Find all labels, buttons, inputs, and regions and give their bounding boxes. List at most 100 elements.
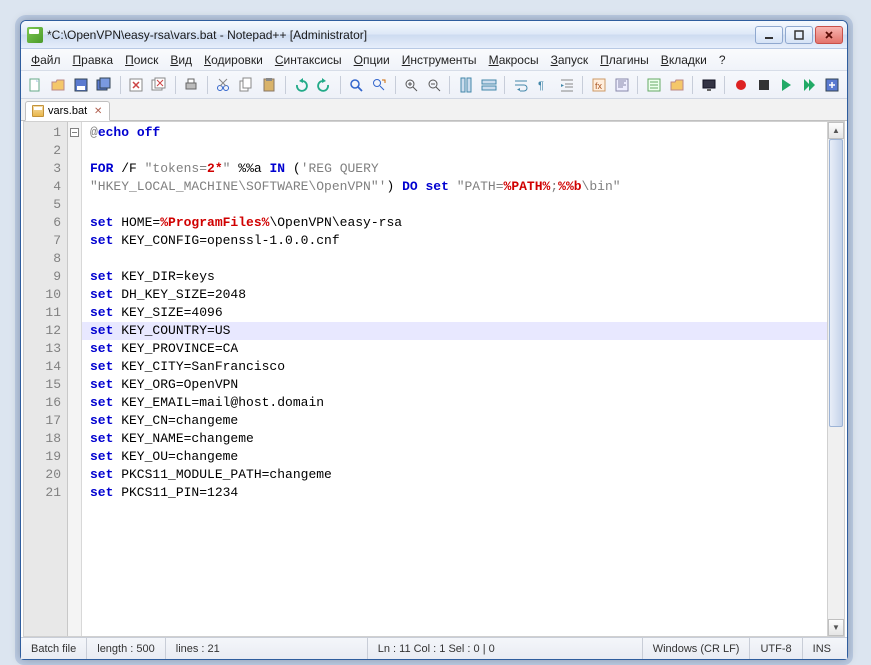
line-number[interactable]: 6 bbox=[24, 214, 61, 232]
code-line[interactable]: set KEY_PROVINCE=CA bbox=[90, 340, 823, 358]
menu-поиск[interactable]: Поиск bbox=[119, 51, 164, 69]
sync-h-icon[interactable] bbox=[478, 74, 499, 96]
scroll-thumb[interactable] bbox=[829, 139, 843, 427]
code-line[interactable] bbox=[90, 142, 823, 160]
menu-кодировки[interactable]: Кодировки bbox=[198, 51, 269, 69]
scroll-up-button[interactable]: ▲ bbox=[828, 122, 844, 139]
code-line[interactable]: "HKEY_LOCAL_MACHINE\SOFTWARE\OpenVPN"') … bbox=[90, 178, 823, 196]
line-number[interactable]: 19 bbox=[24, 448, 61, 466]
scroll-track[interactable] bbox=[828, 139, 844, 619]
line-number[interactable]: 15 bbox=[24, 376, 61, 394]
scroll-down-button[interactable]: ▼ bbox=[828, 619, 844, 636]
line-number[interactable]: 11 bbox=[24, 304, 61, 322]
monitor-icon[interactable] bbox=[698, 74, 719, 96]
indent-icon[interactable] bbox=[556, 74, 577, 96]
folder-icon[interactable] bbox=[666, 74, 687, 96]
code-line[interactable]: set KEY_OU=changeme bbox=[90, 448, 823, 466]
code-line[interactable]: set KEY_CONFIG=openssl-1.0.0.cnf bbox=[90, 232, 823, 250]
menu-вкладки[interactable]: Вкладки bbox=[655, 51, 713, 69]
code-line[interactable]: set PKCS11_MODULE_PATH=changeme bbox=[90, 466, 823, 484]
menu-правка[interactable]: Правка bbox=[67, 51, 120, 69]
menu-опции[interactable]: Опции bbox=[348, 51, 396, 69]
line-number[interactable]: 1 bbox=[24, 124, 61, 142]
code-line[interactable]: set KEY_ORG=OpenVPN bbox=[90, 376, 823, 394]
menu-запуск[interactable]: Запуск bbox=[545, 51, 595, 69]
cut-icon[interactable] bbox=[213, 74, 234, 96]
tab-vars-bat[interactable]: vars.bat ✕ bbox=[25, 101, 110, 121]
record-icon[interactable] bbox=[730, 74, 751, 96]
menu-?[interactable]: ? bbox=[713, 51, 732, 69]
paste-icon[interactable] bbox=[259, 74, 280, 96]
func-list-icon[interactable] bbox=[643, 74, 664, 96]
close-button[interactable] bbox=[815, 26, 843, 44]
save-all-icon[interactable] bbox=[94, 74, 115, 96]
code-line[interactable]: set KEY_EMAIL=mail@host.domain bbox=[90, 394, 823, 412]
fold-margin[interactable] bbox=[68, 122, 82, 636]
code-line[interactable]: @echo off bbox=[90, 124, 823, 142]
close-icon[interactable] bbox=[126, 74, 147, 96]
lang-icon[interactable]: fx bbox=[588, 74, 609, 96]
line-number[interactable]: 21 bbox=[24, 484, 61, 502]
tab-close-icon[interactable]: ✕ bbox=[93, 106, 103, 116]
copy-icon[interactable] bbox=[236, 74, 257, 96]
save-icon[interactable] bbox=[71, 74, 92, 96]
code-line[interactable]: FOR /F "tokens=2*" %%a IN ('REG QUERY bbox=[90, 160, 823, 178]
menu-синтаксисы[interactable]: Синтаксисы bbox=[269, 51, 348, 69]
fold-toggle-icon[interactable] bbox=[70, 128, 79, 137]
code-line[interactable]: set KEY_SIZE=4096 bbox=[90, 304, 823, 322]
titlebar[interactable]: *C:\OpenVPN\easy-rsa\vars.bat - Notepad+… bbox=[21, 21, 847, 49]
play-icon[interactable] bbox=[776, 74, 797, 96]
code-line[interactable]: set KEY_CN=changeme bbox=[90, 412, 823, 430]
zoom-in-icon[interactable] bbox=[401, 74, 422, 96]
line-number[interactable]: 16 bbox=[24, 394, 61, 412]
line-number[interactable]: 13 bbox=[24, 340, 61, 358]
zoom-out-icon[interactable] bbox=[423, 74, 444, 96]
replace-icon[interactable] bbox=[369, 74, 390, 96]
close-all-icon[interactable] bbox=[149, 74, 170, 96]
redo-icon[interactable] bbox=[314, 74, 335, 96]
code-line[interactable]: set PKCS11_PIN=1234 bbox=[90, 484, 823, 502]
line-number[interactable]: 20 bbox=[24, 466, 61, 484]
line-number[interactable]: 4 bbox=[24, 178, 61, 196]
sync-v-icon[interactable] bbox=[455, 74, 476, 96]
code-area[interactable]: @echo off FOR /F "tokens=2*" %%a IN ('RE… bbox=[82, 122, 827, 636]
line-number[interactable]: 17 bbox=[24, 412, 61, 430]
line-number-gutter[interactable]: 123456789101112131415161718192021 bbox=[24, 122, 68, 636]
code-line[interactable] bbox=[90, 196, 823, 214]
line-number[interactable]: 18 bbox=[24, 430, 61, 448]
open-icon[interactable] bbox=[48, 74, 69, 96]
code-line[interactable]: set KEY_COUNTRY=US bbox=[90, 322, 823, 340]
play-multi-icon[interactable] bbox=[799, 74, 820, 96]
vertical-scrollbar[interactable]: ▲ ▼ bbox=[827, 122, 844, 636]
maximize-button[interactable] bbox=[785, 26, 813, 44]
menu-инструменты[interactable]: Инструменты bbox=[396, 51, 483, 69]
line-number[interactable]: 7 bbox=[24, 232, 61, 250]
code-line[interactable]: set DH_KEY_SIZE=2048 bbox=[90, 286, 823, 304]
undo-icon[interactable] bbox=[291, 74, 312, 96]
minimize-button[interactable] bbox=[755, 26, 783, 44]
chars-icon[interactable]: ¶ bbox=[533, 74, 554, 96]
line-number[interactable]: 2 bbox=[24, 142, 61, 160]
line-number[interactable]: 12 bbox=[24, 322, 61, 340]
find-icon[interactable] bbox=[346, 74, 367, 96]
stop-icon[interactable] bbox=[753, 74, 774, 96]
doc-map-icon[interactable] bbox=[611, 74, 632, 96]
line-number[interactable]: 14 bbox=[24, 358, 61, 376]
line-number[interactable]: 9 bbox=[24, 268, 61, 286]
code-line[interactable]: set HOME=%ProgramFiles%\OpenVPN\easy-rsa bbox=[90, 214, 823, 232]
code-line[interactable] bbox=[90, 502, 823, 520]
save-macro-icon[interactable] bbox=[822, 74, 843, 96]
line-number[interactable]: 10 bbox=[24, 286, 61, 304]
line-number[interactable]: 8 bbox=[24, 250, 61, 268]
code-line[interactable]: set KEY_CITY=SanFrancisco bbox=[90, 358, 823, 376]
wrap-icon[interactable] bbox=[510, 74, 531, 96]
line-number[interactable]: 3 bbox=[24, 160, 61, 178]
new-icon[interactable] bbox=[25, 74, 46, 96]
menu-вид[interactable]: Вид bbox=[164, 51, 198, 69]
code-line[interactable]: set KEY_DIR=keys bbox=[90, 268, 823, 286]
menu-макросы[interactable]: Макросы bbox=[483, 51, 545, 69]
code-line[interactable]: set KEY_NAME=changeme bbox=[90, 430, 823, 448]
print-icon[interactable] bbox=[181, 74, 202, 96]
menu-плагины[interactable]: Плагины bbox=[594, 51, 655, 69]
menu-файл[interactable]: Файл bbox=[25, 51, 67, 69]
